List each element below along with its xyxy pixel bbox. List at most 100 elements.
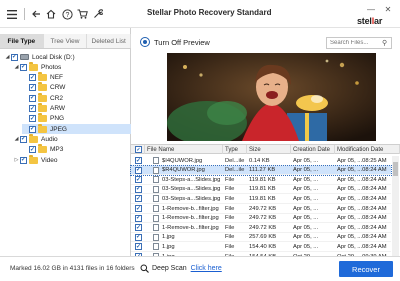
scrollbar-thumb[interactable] [393,162,398,176]
recover-button[interactable]: Recover [339,261,393,277]
tree-item[interactable]: ◢ ✓ Audio [13,133,131,144]
tree-item[interactable]: ✓ MP3 [22,144,131,155]
folder-icon [38,113,47,123]
left-pane: File Type Tree View Deleted List ◢ ✓ Local… [0,28,132,256]
tree-item-label: ARW [50,105,66,112]
tree-item[interactable]: ▷ ✓ Video [13,154,131,165]
cell-created: Apr 05, ... [293,176,319,183]
tree-item[interactable]: ✓ CR2 [22,92,131,103]
menu-icon[interactable] [6,8,18,20]
view-tabs: File Type Tree View Deleted List [0,34,132,49]
help-icon[interactable]: ? [61,8,73,20]
collapse-caret-icon[interactable]: ◢ [13,136,20,142]
tree-checkbox[interactable]: ✓ [20,135,27,143]
tab-tree-view[interactable]: Tree View [43,34,88,48]
row-checkbox[interactable]: ✓ [135,233,142,241]
tree-item-label: CRW [50,84,66,92]
col-type[interactable]: Type [223,145,247,154]
file-icon [153,205,159,212]
expand-caret-icon[interactable]: ▷ [13,157,20,163]
row-checkbox[interactable]: ✓ [135,157,142,164]
tree-item[interactable]: ✓ JPEG [22,123,131,135]
table-row[interactable]: ✓ 1-Remove-b...filter.jpg File 249.72 KB Apr… [131,204,391,214]
table-row[interactable]: ✓ 1.jpg File 154.40 KB Apr 05, ... Apr 05, ..… [131,242,391,252]
col-file-name[interactable]: File Name [145,145,223,154]
row-checkbox[interactable]: ✓ [135,205,142,212]
tree-item[interactable]: ◢ ✓ Local Disk (D:) [4,52,131,62]
cell-name: 1-Remove-b...filter.jpg [153,214,223,223]
cell-modified: Apr 05, ...08:25 AM [337,157,387,164]
table-scrollbar[interactable] [392,156,399,256]
home-icon[interactable] [45,8,57,20]
file-name-text: $I4QUWOR.jpg [162,157,203,164]
table-row[interactable]: ✓ 03-Steps-a...Slides.jpg File 119.81 KB Apr… [131,185,391,195]
select-all-checkbox[interactable]: ✓ [135,146,142,153]
cart-icon[interactable] [76,8,88,20]
tree-item[interactable]: ✓ NEF [22,72,131,83]
file-icon [153,166,159,174]
search-box[interactable]: ⚲ [326,37,392,49]
toolbar-separator [24,8,25,20]
cell-name: 1-Remove-b...filter.jpg [153,223,223,232]
row-checkbox[interactable]: ✓ [135,195,142,203]
tree-item[interactable]: ✓ PNG [22,113,131,124]
search-input[interactable] [330,40,382,46]
select-all-checkbox-cell[interactable]: ✓ [131,145,145,154]
tab-file-type[interactable]: File Type [0,34,44,48]
cell-name: 1-Remove-b...filter.jpg [153,204,223,213]
row-checkbox[interactable]: ✓ [135,243,142,251]
tree-checkbox[interactable]: ✓ [29,105,36,112]
tree-item-label: Video [41,156,58,164]
tree-item[interactable]: ✓ CRW [22,82,131,93]
deep-scan-link[interactable]: Click here [191,265,222,272]
file-icon [153,214,159,222]
tab-deleted-list[interactable]: Deleted List [87,34,132,48]
tree-checkbox[interactable]: ✓ [20,63,27,71]
tree-checkbox[interactable]: ✓ [20,156,27,164]
tree-checkbox[interactable]: ✓ [29,115,36,123]
collapse-caret-icon[interactable]: ◢ [4,54,11,60]
preview-toggle[interactable]: Turn Off Preview [140,37,210,47]
cell-created: Apr 05, ... [293,234,319,241]
cell-size: 0.14 KB [249,157,270,164]
row-checkbox[interactable]: ✓ [135,176,142,184]
cell-type: File [225,205,235,212]
col-creation-date[interactable]: Creation Date [291,145,335,154]
table-row[interactable]: ✓ 1.jpg File 257.69 KB Apr 05, ... Apr 05, ..… [131,233,391,243]
row-checkbox[interactable]: ✓ [135,224,142,232]
folder-icon [29,61,38,71]
tree-item-label: JPEG [50,125,67,133]
table-row[interactable]: ✓ 1-Remove-b...filter.jpg File 249.72 KB Apr… [131,214,391,224]
back-icon[interactable] [30,8,42,20]
tree-checkbox[interactable]: ✓ [29,125,36,133]
col-size[interactable]: Size [247,145,291,154]
wrench-icon[interactable] [92,8,104,20]
tree-item[interactable]: ◢ ✓ Photos [13,61,131,72]
tree-item-label: CR2 [50,94,64,102]
tree-checkbox[interactable]: ✓ [11,53,18,61]
tree-checkbox[interactable]: ✓ [29,84,36,92]
tree-checkbox[interactable]: ✓ [29,94,36,102]
toggle-switch-icon[interactable] [140,37,150,47]
col-modification-date[interactable]: Modification Date [335,145,400,154]
table-row[interactable]: ✓ $I4QUWOR.jpg Del...ile 0.14 KB Apr 05, ...… [131,156,391,166]
tree-checkbox[interactable]: ✓ [29,74,36,82]
table-row[interactable]: ✓ 1-Remove-b...filter.jpg File 249.72 KB Apr… [131,223,391,233]
cell-size: 111.27 KB [249,167,276,174]
tree-checkbox[interactable]: ✓ [29,146,36,154]
row-checkbox[interactable]: ✓ [135,166,142,174]
table-row[interactable]: ✓ 03-Steps-a...Slides.jpg File 119.81 KB Apr… [131,175,391,185]
close-icon[interactable]: ✕ [382,4,394,14]
file-name-text: 03-Steps-a...Slides.jpg [162,176,221,183]
row-checkbox[interactable]: ✓ [135,185,142,193]
collapse-caret-icon[interactable]: ◢ [13,64,20,70]
table-row[interactable]: ✓ $R4QUWOR.jpg Del...ile 111.27 KB Apr 05, .… [130,164,392,177]
row-checkbox[interactable]: ✓ [135,214,142,222]
search-icon[interactable]: ⚲ [382,39,387,47]
file-name-text: 1-Remove-b...filter.jpg [162,215,219,222]
table-row[interactable]: ✓ 03-Steps-a...Slides.jpg File 119.81 KB Apr… [131,194,391,204]
minimize-icon[interactable]: — [365,4,377,14]
cell-type: File [225,234,235,241]
tree-item[interactable]: ✓ ARW [22,103,131,114]
tree-item-label: Audio [41,135,58,143]
